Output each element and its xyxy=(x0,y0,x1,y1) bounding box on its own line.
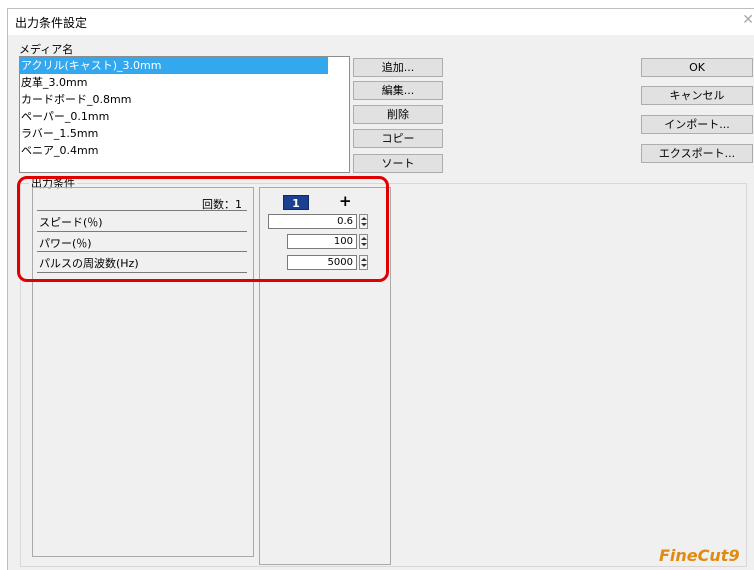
finecut-logo: FineCut9 xyxy=(659,546,740,565)
delete-media-button[interactable]: 削除 xyxy=(353,105,443,124)
add-media-button[interactable]: 追加... xyxy=(353,58,443,77)
dialog-title: 出力条件設定 xyxy=(15,16,88,30)
media-list-item[interactable]: ベニア_0.4mm xyxy=(20,142,349,159)
sort-media-button[interactable]: ソート xyxy=(353,154,443,173)
export-button[interactable]: エクスポート... xyxy=(641,144,753,163)
cancel-button[interactable]: キャンセル xyxy=(641,86,753,105)
highlight-box xyxy=(17,176,389,282)
edit-media-button[interactable]: 編集... xyxy=(353,81,443,100)
media-list-item[interactable]: ラバー_1.5mm xyxy=(20,125,349,142)
media-list-item[interactable]: ペーパー_0.1mm xyxy=(20,108,349,125)
copy-media-button[interactable]: コピー xyxy=(353,129,443,148)
media-name-label: メディア名 xyxy=(19,43,74,56)
media-list-item[interactable]: カードボード_0.8mm xyxy=(20,91,349,108)
import-button[interactable]: インポート... xyxy=(641,115,753,134)
title-bar: 出力条件設定 ✕ xyxy=(8,9,754,35)
ok-button[interactable]: OK xyxy=(641,58,753,77)
media-list[interactable]: アクリル(キャスト)_3.0mm 皮革_3.0mm カードボード_0.8mm ペ… xyxy=(19,56,350,173)
close-icon[interactable]: ✕ xyxy=(742,12,754,28)
media-list-item[interactable]: 皮革_3.0mm xyxy=(20,74,349,91)
media-list-item[interactable]: アクリル(キャスト)_3.0mm xyxy=(20,57,328,74)
